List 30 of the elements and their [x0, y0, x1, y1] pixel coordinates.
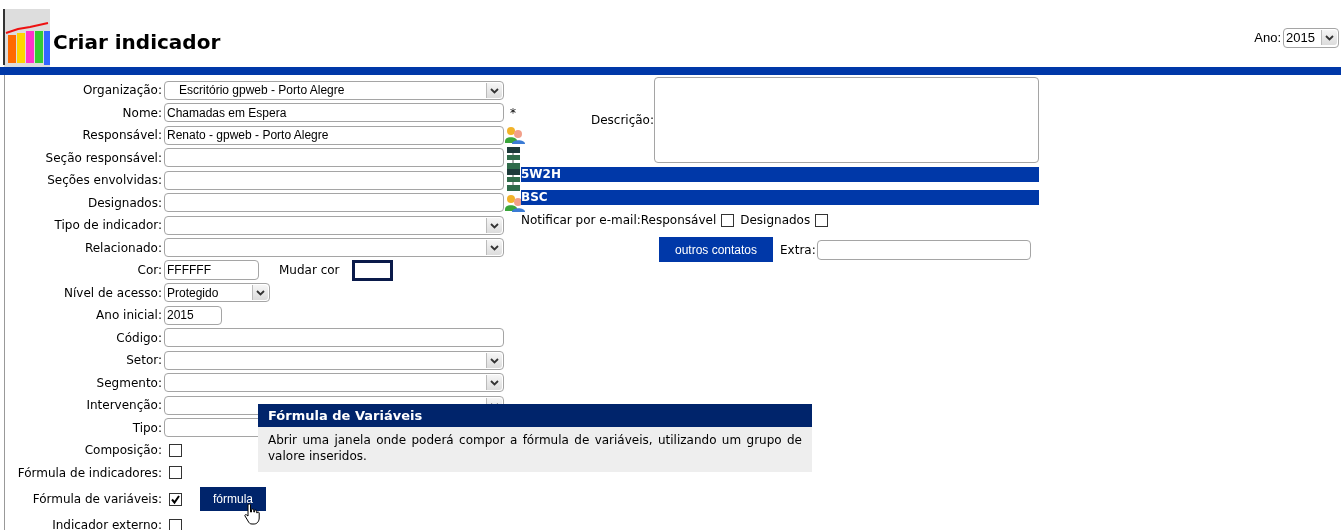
field-label: Setor: [125, 353, 163, 368]
field-label: Ano inicial: [95, 308, 163, 323]
page-title: Criar indicador [53, 30, 221, 54]
field-label: Indicador externo: [51, 518, 163, 530]
field-label: Organização: [81, 83, 163, 98]
option-label: Responsável [640, 213, 717, 227]
field-label: Composição: [83, 443, 163, 458]
required-mark: * [510, 105, 516, 120]
field-label: Segmento: [95, 375, 163, 390]
field-label: Tipo de indicador: [53, 218, 163, 233]
field-label: Descrição: [589, 113, 654, 127]
field-label: Fórmula de indicadores: [16, 465, 163, 480]
field-label: Extra: [780, 242, 816, 257]
field-label: Responsável: [81, 128, 163, 143]
field-label: Intervenção: [85, 398, 163, 413]
option-label: Designados [740, 213, 811, 227]
field-label: Tipo: [131, 420, 163, 435]
year-label: Ano: [1254, 30, 1281, 45]
change-color-label: Mudar cor [279, 263, 340, 278]
field-label: Designados: [86, 195, 163, 210]
field-label: Seção responsável: [44, 150, 163, 165]
field-label: Código: [115, 330, 163, 345]
field-label: Cor: [136, 263, 163, 278]
field-label: Relacionado: [83, 240, 163, 255]
field-label: Seções envolvidas: [46, 173, 163, 188]
field-label: Nível de acesso: [63, 285, 163, 300]
field-label: Nome: [121, 105, 163, 120]
field-label: Fórmula de variáveis: [31, 492, 163, 506]
field-label: Notificar por e-mail: [521, 213, 641, 227]
tooltip-title: Fórmula de Variáveis [258, 404, 812, 427]
